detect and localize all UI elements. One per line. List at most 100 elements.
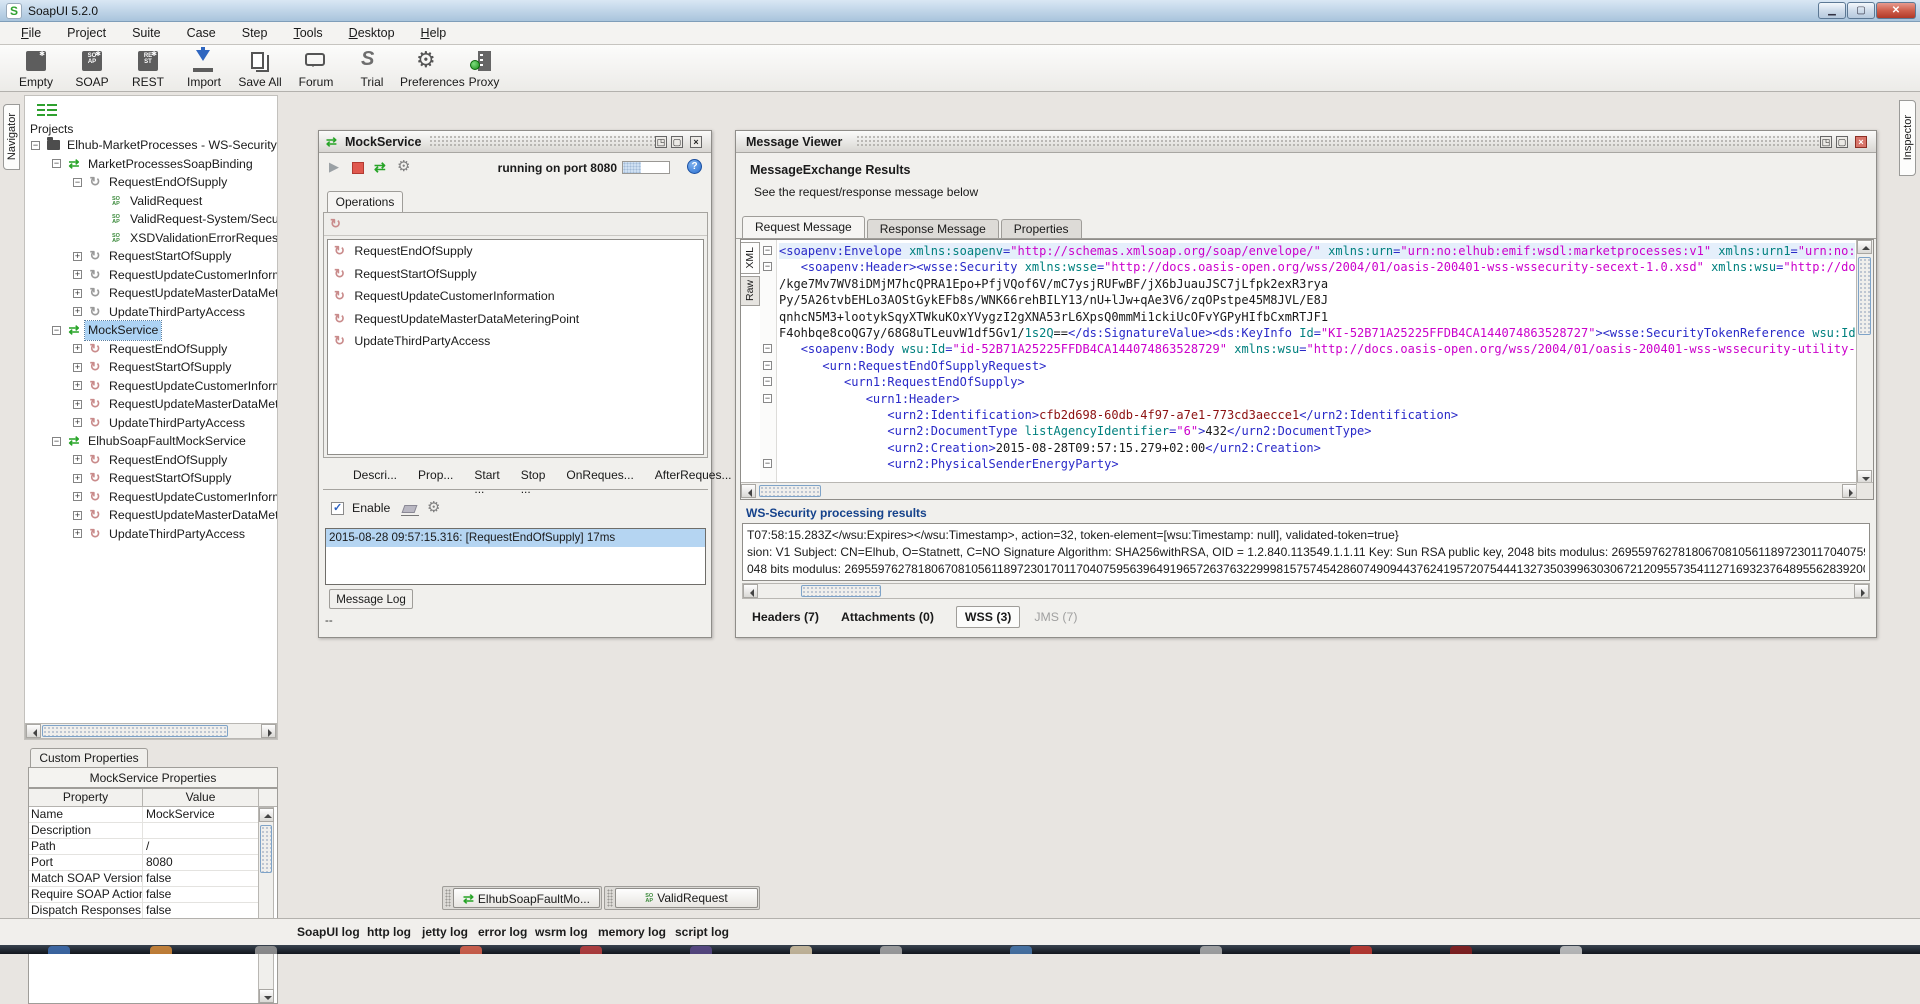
property-row-match-soap-version[interactable]: Match SOAP Versionfalse bbox=[29, 871, 259, 887]
menu-item-desktop[interactable]: Desktop bbox=[336, 26, 408, 40]
xml-editor-tab[interactable]: XML bbox=[741, 242, 760, 274]
custom-properties-tab[interactable]: Custom Properties bbox=[30, 748, 148, 767]
editor-vertical-scrollbar[interactable] bbox=[1856, 240, 1873, 484]
taskbar-icon[interactable] bbox=[1560, 946, 1582, 954]
operation-requestupdatecustomerinformation[interactable]: ↻ RequestUpdateCustomerInformation bbox=[328, 285, 703, 308]
xml-line[interactable]: <soapenv:Envelope xmlns:soapenv="http://… bbox=[779, 243, 1855, 259]
close-window-icon[interactable]: × bbox=[690, 136, 702, 148]
import-button[interactable]: Import bbox=[176, 47, 232, 90]
tree-item-xsdvalidationerrorrequest[interactable]: −SO APXSDValidationErrorRequest bbox=[25, 229, 277, 248]
log-tab-jetty-log[interactable]: jetty log bbox=[422, 925, 468, 939]
xml-content[interactable]: <soapenv:Envelope xmlns:soapenv="http://… bbox=[779, 243, 1855, 482]
expand-icon[interactable]: + bbox=[73, 455, 82, 464]
property-value[interactable]: false bbox=[143, 887, 259, 902]
xml-line[interactable]: <soapenv:Body wsu:Id="id-52B71A25225FFDB… bbox=[779, 341, 1855, 357]
tree-item-validrequest[interactable]: −SO APValidRequest bbox=[25, 192, 277, 211]
property-value[interactable]: / bbox=[143, 839, 259, 854]
property-value[interactable]: false bbox=[143, 903, 259, 918]
taskbar-icon[interactable] bbox=[790, 946, 812, 954]
log-options-icon[interactable]: ⚙ bbox=[427, 498, 440, 516]
xml-line[interactable]: qnhcN5M3+lootykSqyXTWkuKOxYVygzI2gXNA53r… bbox=[779, 309, 1855, 325]
scrollbar-thumb[interactable] bbox=[801, 585, 881, 597]
preferences-button[interactable]: ⚙Preferences bbox=[400, 47, 456, 90]
message-log-tab[interactable]: Message Log bbox=[329, 589, 413, 609]
scrollbar-thumb[interactable] bbox=[1858, 257, 1871, 335]
message-log-entry[interactable]: 2015-08-28 09:57:15.316: [RequestEndOfSu… bbox=[326, 529, 705, 547]
xml-line[interactable]: F4ohbqe8coQG7y/68G8uTLeuvW1df5Gv1/1s2Q==… bbox=[779, 325, 1855, 341]
result-tab-wss-3-[interactable]: WSS (3) bbox=[956, 606, 1020, 628]
property-column-header[interactable]: Property bbox=[29, 789, 143, 806]
wss-horizontal-scrollbar[interactable] bbox=[742, 583, 1870, 599]
result-tab-headers-7-[interactable]: Headers (7) bbox=[752, 610, 819, 624]
fold-collapse-icon[interactable]: − bbox=[763, 394, 772, 403]
log-tab-soapui-log[interactable]: SoapUI log bbox=[297, 925, 360, 939]
show-wsdl-icon[interactable]: ⇄ bbox=[374, 159, 386, 176]
tab-request-message[interactable]: Request Message bbox=[742, 216, 865, 238]
scroll-right-icon[interactable] bbox=[1854, 584, 1869, 598]
taskbar-icon[interactable] bbox=[880, 946, 902, 954]
taskbar-icon[interactable] bbox=[460, 946, 482, 954]
fold-gutter[interactable]: −−−−−−− bbox=[760, 240, 777, 482]
fold-collapse-icon[interactable]: − bbox=[763, 344, 772, 353]
mockservice-help-icon[interactable]: ? bbox=[687, 159, 702, 174]
start-mockservice-icon[interactable]: ▶ bbox=[329, 159, 339, 175]
scroll-down-icon[interactable] bbox=[259, 989, 274, 1003]
log-tab-wsrm-log[interactable]: wsrm log bbox=[535, 925, 588, 939]
xml-line[interactable]: <urn1:RequestEndOfSupply> bbox=[779, 374, 1855, 390]
collapse-icon[interactable]: − bbox=[52, 159, 61, 168]
save-all-button[interactable]: Save All bbox=[232, 47, 288, 90]
enable-checkbox[interactable] bbox=[331, 502, 344, 515]
expand-icon[interactable]: + bbox=[73, 529, 82, 538]
tab-response-message[interactable]: Response Message bbox=[867, 219, 999, 238]
tree-item-requestupdatemasterdatameteringpoint[interactable]: +↻RequestUpdateMasterDataMeteringPoint bbox=[25, 506, 277, 525]
taskbar-icon[interactable] bbox=[1010, 946, 1032, 954]
fold-collapse-icon[interactable]: − bbox=[763, 246, 772, 255]
taskbar-icon[interactable] bbox=[1200, 946, 1222, 954]
xml-line[interactable]: <urn1:Header> bbox=[779, 391, 1855, 407]
tree-item-requestendofsupply[interactable]: −↻RequestEndOfSupply bbox=[25, 173, 277, 192]
float-window-icon[interactable]: ◳ bbox=[1820, 136, 1832, 148]
fold-collapse-icon[interactable]: − bbox=[763, 361, 772, 370]
projects-root[interactable]: Projects bbox=[30, 122, 73, 136]
menu-item-case[interactable]: Case bbox=[174, 26, 229, 40]
property-row-require-soap-action[interactable]: Require SOAP Actionfalse bbox=[29, 887, 259, 903]
afterreques-button[interactable]: AfterReques... bbox=[655, 468, 732, 496]
operation-requestupdatemasterdatameteringpoint[interactable]: ↻ RequestUpdateMasterDataMeteringPoint bbox=[328, 308, 703, 331]
scrollbar-thumb[interactable] bbox=[42, 725, 228, 737]
property-value[interactable]: MockService bbox=[143, 807, 259, 822]
tree-item-requestupdatecustomerinformation[interactable]: +↻RequestUpdateCustomerInformation bbox=[25, 266, 277, 285]
mockservice-title-bar[interactable]: ⇄ MockService ◳ ▢ × bbox=[319, 131, 711, 153]
start-button[interactable]: Start ... bbox=[474, 468, 499, 496]
tree-item-requeststartofsupply[interactable]: +↻RequestStartOfSupply bbox=[25, 358, 277, 377]
expand-icon[interactable]: + bbox=[73, 344, 82, 353]
taskbar-icon[interactable] bbox=[255, 946, 277, 954]
tree-item-requestendofsupply[interactable]: +↻RequestEndOfSupply bbox=[25, 340, 277, 359]
scrollbar-thumb[interactable] bbox=[759, 485, 821, 497]
tree-item-updatethirdpartyaccess[interactable]: +↻UpdateThirdPartyAccess bbox=[25, 303, 277, 322]
menu-item-help[interactable]: Help bbox=[408, 26, 460, 40]
xml-line[interactable]: Py/5A26tvbEHLo3AOStGykEFb8s/WNK66rehBILY… bbox=[779, 292, 1855, 308]
operation-requeststartofsupply[interactable]: ↻ RequestStartOfSupply bbox=[328, 263, 703, 286]
property-row-dispatch-responses[interactable]: Dispatch Responsesfalse bbox=[29, 903, 259, 919]
result-tab-attachments-0-[interactable]: Attachments (0) bbox=[841, 610, 934, 624]
taskbar-icon[interactable] bbox=[580, 946, 602, 954]
menu-item-file[interactable]: File bbox=[8, 26, 54, 40]
properties-vertical-scrollbar[interactable] bbox=[258, 807, 274, 1004]
taskbar-icon[interactable] bbox=[690, 946, 712, 954]
expand-icon[interactable]: + bbox=[73, 511, 82, 520]
dock-button-validrequest[interactable]: SO APValidRequest bbox=[604, 886, 760, 910]
operation-requestendofsupply[interactable]: ↻ RequestEndOfSupply bbox=[328, 240, 703, 263]
empty-button[interactable]: Empty bbox=[8, 47, 64, 90]
property-value[interactable]: 8080 bbox=[143, 855, 259, 870]
property-value[interactable] bbox=[143, 823, 259, 838]
xml-line[interactable]: <soapenv:Header><wsse:Security xmlns:wss… bbox=[779, 259, 1855, 275]
onreques-button[interactable]: OnReques... bbox=[566, 468, 633, 496]
descri-button[interactable]: Descri... bbox=[353, 468, 397, 496]
xml-line[interactable]: <urn2:PhysicalSenderEnergyParty> bbox=[779, 456, 1855, 472]
tree-item-elhubsoapfaultmockservice[interactable]: −⇄ElhubSoapFaultMockService bbox=[25, 432, 277, 451]
tree-horizontal-scrollbar[interactable] bbox=[25, 723, 277, 739]
xml-line[interactable]: <urn:RequestEndOfSupplyRequest> bbox=[779, 358, 1855, 374]
maximize-window-icon[interactable]: ▢ bbox=[671, 136, 683, 148]
minimize-button[interactable]: ▁ bbox=[1818, 2, 1846, 19]
xml-line[interactable]: <urn2:DocumentType listAgencyIdentifier=… bbox=[779, 423, 1855, 439]
